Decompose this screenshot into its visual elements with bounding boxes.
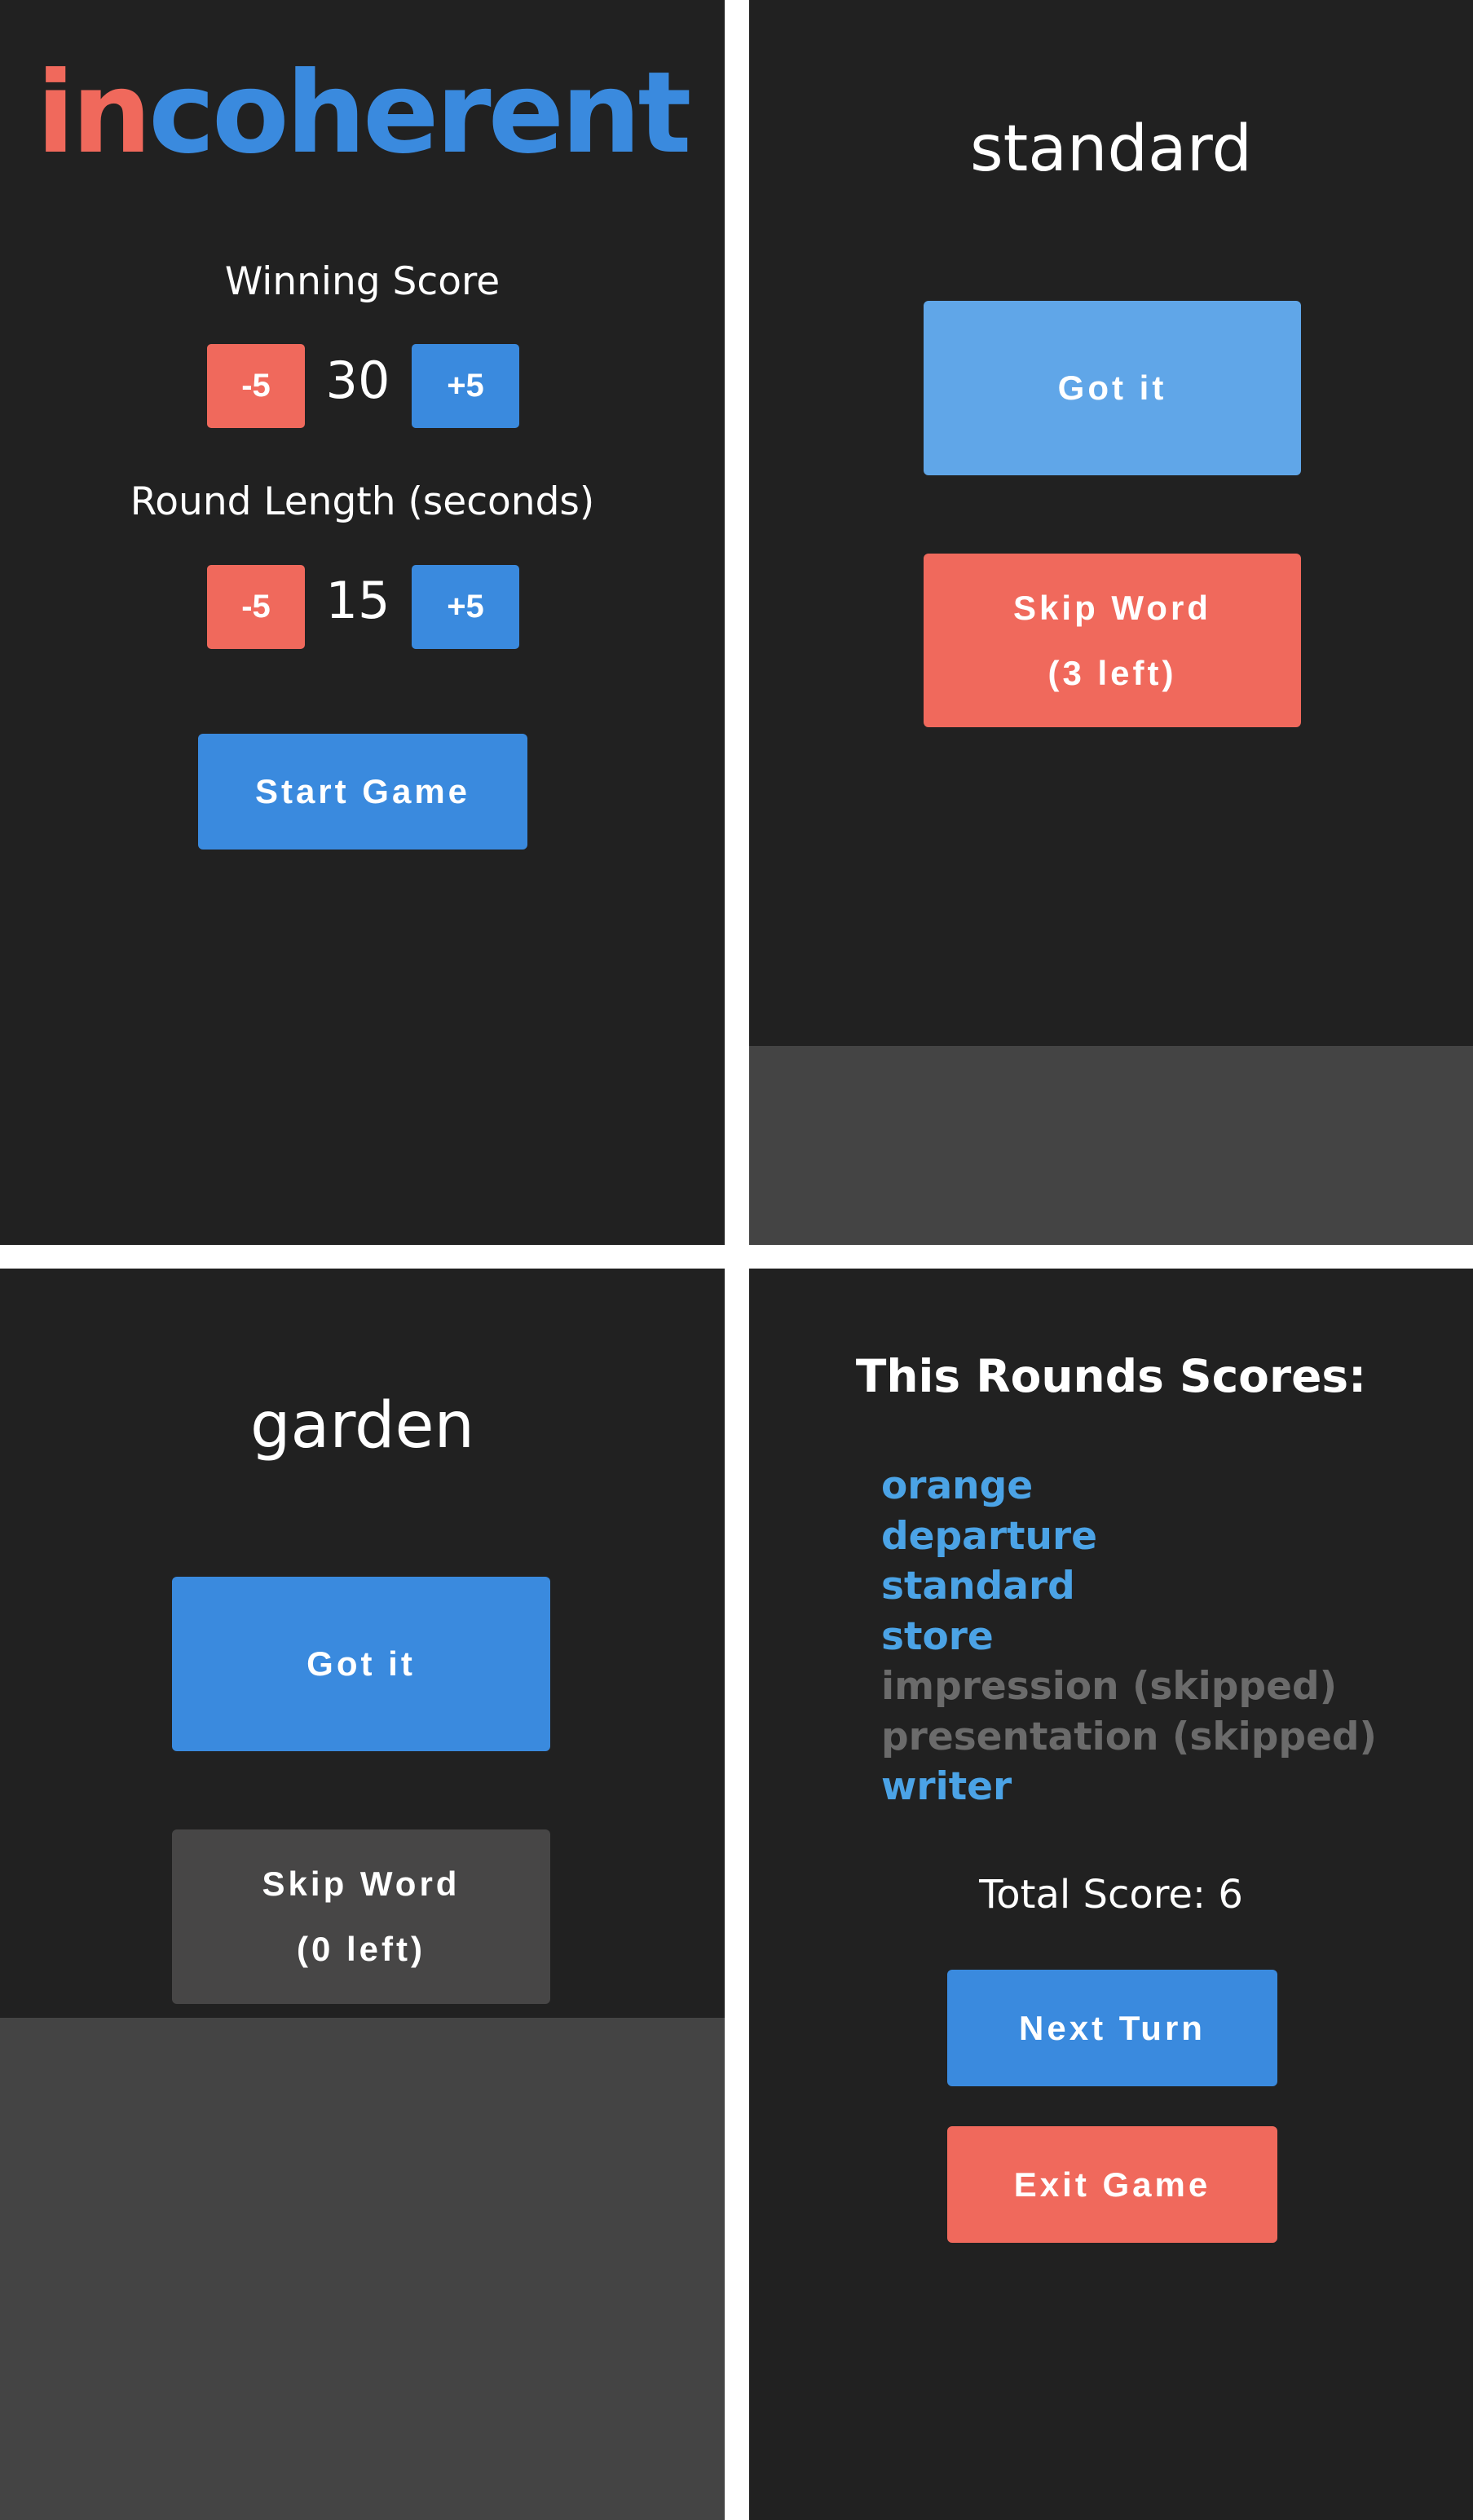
- scores-screen: This Rounds Scores: Next Turn Exit Game …: [749, 1269, 1473, 2520]
- logo-rest: coherent: [148, 47, 691, 179]
- skipped-word: presentation (skipped): [881, 1715, 1377, 1759]
- scored-word: standard: [881, 1564, 1075, 1609]
- skip-word-button[interactable]: Skip Word (3 left): [924, 554, 1301, 727]
- round-length-plus-button[interactable]: +5: [412, 565, 519, 649]
- scored-word: orange: [881, 1463, 1034, 1508]
- skips-left: (0 left): [297, 1930, 426, 1968]
- exit-game-button[interactable]: Exit Game: [947, 2126, 1277, 2243]
- round-screen: standard Got it Skip Word (3 left): [749, 0, 1473, 1245]
- current-word: standard: [970, 113, 1252, 186]
- round-length-value: 15: [325, 571, 390, 630]
- incoherent-logo: incoherent: [0, 57, 725, 170]
- total-score: Total Score: 6: [979, 1872, 1243, 1918]
- logo-in: in: [36, 47, 152, 179]
- winning-score-label: Winning Score: [224, 259, 501, 304]
- skipped-word: impression (skipped): [881, 1664, 1338, 1709]
- next-turn-button[interactable]: Next Turn: [947, 1970, 1277, 2086]
- skips-left: (3 left): [1047, 653, 1177, 692]
- bottom-area: [0, 2018, 725, 2520]
- current-word: garden: [250, 1389, 474, 1463]
- bottom-area: [749, 1046, 1473, 1245]
- winning-score-plus-button[interactable]: +5: [412, 344, 519, 428]
- scored-word: store: [881, 1614, 994, 1659]
- skip-word-label: Skip Word: [262, 1865, 461, 1904]
- start-game-button[interactable]: Start Game: [198, 734, 527, 850]
- winning-score-value: 30: [325, 351, 390, 410]
- skip-word-label: Skip Word: [1013, 588, 1211, 627]
- got-it-button[interactable]: Got it: [172, 1577, 550, 1751]
- winning-score-minus-button[interactable]: -5: [207, 344, 305, 428]
- got-it-button[interactable]: Got it: [924, 301, 1301, 475]
- round-length-minus-button[interactable]: -5: [207, 565, 305, 649]
- scored-word: departure: [881, 1514, 1098, 1559]
- scored-word: writer: [881, 1764, 1012, 1809]
- setup-screen: incoherent Winning Score -5 30 +5 Round …: [0, 0, 725, 1245]
- round-screen-no-skips: garden Got it Skip Word (0 left): [0, 1269, 725, 2520]
- skip-word-button-disabled[interactable]: Skip Word (0 left): [172, 1829, 550, 2004]
- scores-title: This Rounds Scores:: [855, 1350, 1367, 1402]
- round-length-label: Round Length (seconds): [130, 479, 595, 524]
